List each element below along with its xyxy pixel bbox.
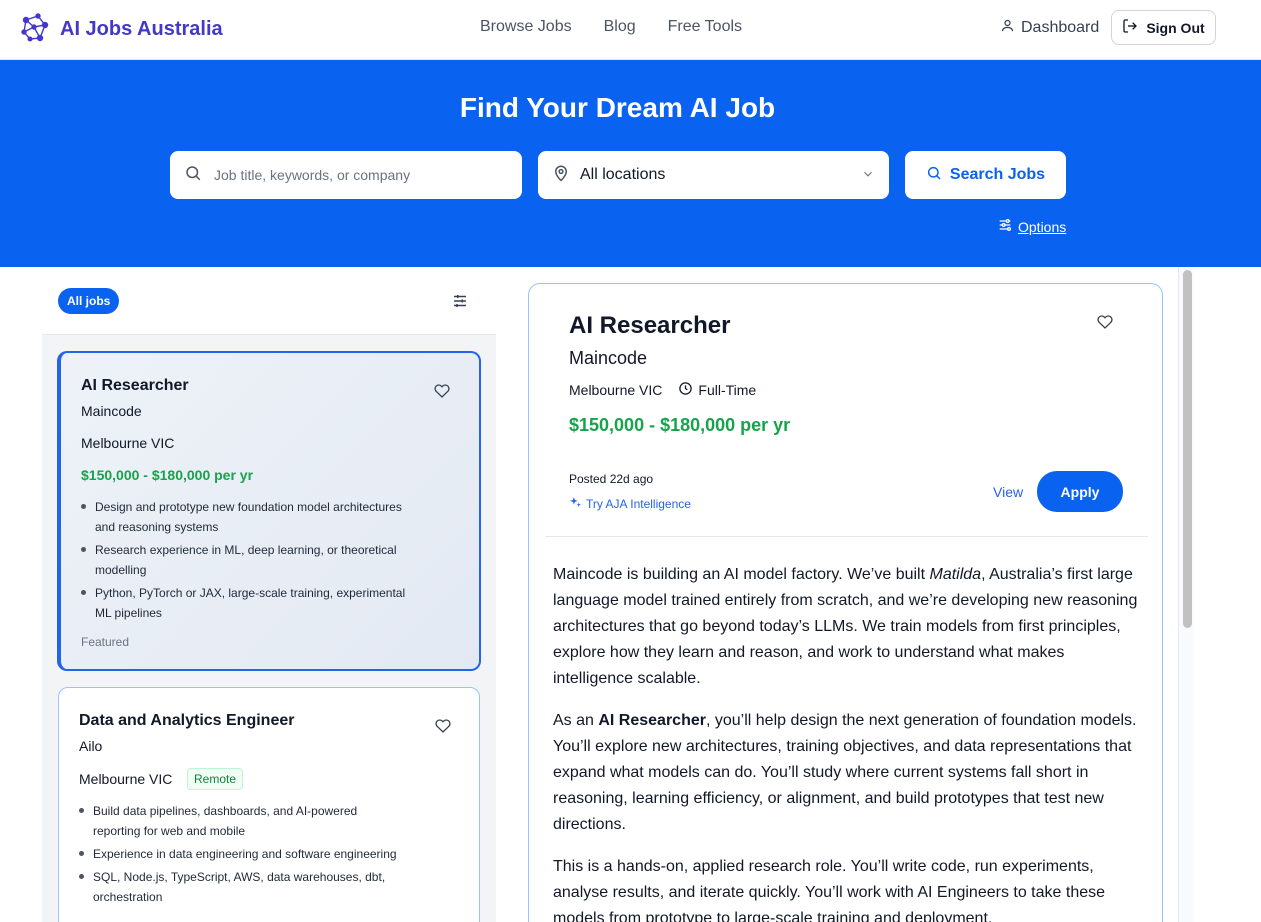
highlight-item: Build data pipelines, dashboards, and AI… — [79, 801, 399, 841]
clock-icon — [678, 381, 693, 399]
job-card-salary: $150,000 - $180,000 per yr — [81, 467, 254, 483]
search-icon — [184, 164, 202, 187]
detail-company: Maincode — [569, 348, 648, 368]
job-card-ai-researcher[interactable]: AI Researcher Maincode Melbourne VIC $15… — [57, 351, 481, 671]
keyword-search-box[interactable] — [170, 151, 522, 199]
options-label: Options — [1018, 218, 1067, 235]
location-value: All locations — [580, 166, 666, 183]
sign-out-label: Sign Out — [1146, 19, 1205, 36]
job-detail-pane: AI Researcher Maincode Melbourne VIC Ful… — [528, 283, 1163, 922]
filter-bar: All jobs — [42, 267, 496, 335]
job-list-panel: All jobs AI Researcher Maincode Melbourn… — [42, 267, 496, 922]
sliders-icon — [997, 217, 1013, 236]
divider — [545, 536, 1148, 537]
text-span: As an — [553, 712, 599, 729]
nav-browse-jobs[interactable]: Browse Jobs — [480, 18, 572, 36]
job-card-title: Data and Analytics Engineer — [79, 712, 295, 729]
highlight-item: Design and prototype new foundation mode… — [81, 497, 421, 537]
sign-out-button[interactable]: Sign Out — [1111, 10, 1216, 45]
detail-job-title: AI Researcher — [569, 312, 731, 339]
save-job-heart-icon[interactable] — [435, 718, 451, 739]
role-name: AI Researcher — [598, 712, 706, 729]
top-navigation-bar: AI Jobs Australia Browse Jobs Blog Free … — [0, 0, 1261, 60]
detail-salary: $150,000 - $180,000 per yr — [569, 415, 791, 435]
job-type: Full-Time — [678, 381, 756, 399]
apply-button[interactable]: Apply — [1037, 471, 1123, 512]
detail-meta: Melbourne VIC Full-Time — [569, 381, 756, 399]
search-icon — [926, 165, 942, 186]
job-card-highlights: Build data pipelines, dashboards, and AI… — [79, 801, 399, 910]
save-job-heart-icon[interactable] — [1097, 314, 1113, 335]
view-job-link[interactable]: View — [993, 484, 1023, 500]
options-link[interactable]: Options — [997, 217, 1066, 236]
sparkles-icon — [569, 496, 582, 512]
save-job-heart-icon[interactable] — [434, 383, 450, 404]
text-span: , Australia’s first large language model… — [553, 566, 1138, 687]
job-card-highlights: Design and prototype new foundation mode… — [81, 497, 421, 626]
highlight-item: SQL, Node.js, TypeScript, AWS, data ware… — [79, 867, 399, 907]
nav-free-tools[interactable]: Free Tools — [668, 18, 742, 36]
brand-name: AI Jobs Australia — [60, 18, 223, 40]
description-paragraph: As an AI Researcher, you’ll help design … — [553, 708, 1145, 838]
dashboard-link[interactable]: Dashboard — [1000, 18, 1099, 38]
all-jobs-filter-pill[interactable]: All jobs — [58, 288, 120, 314]
model-name: Matilda — [929, 566, 982, 583]
nav-blog[interactable]: Blog — [604, 18, 636, 36]
highlight-item: Research experience in ML, deep learning… — [81, 540, 421, 580]
text-span: , you’ll help design the next generation… — [553, 712, 1137, 833]
featured-tag: Featured — [81, 635, 130, 649]
location-select[interactable]: All locations — [538, 151, 889, 199]
job-card-data-analytics-engineer[interactable]: Data and Analytics Engineer Ailo Melbour… — [58, 687, 480, 922]
description-paragraph: Maincode is building an AI model factory… — [553, 562, 1145, 692]
dashboard-label: Dashboard — [1021, 19, 1100, 36]
user-icon — [1000, 18, 1015, 38]
job-card-location: Melbourne VIC — [79, 771, 173, 787]
aja-intelligence-label: Try AJA Intelligence — [586, 497, 691, 511]
log-out-icon — [1122, 18, 1138, 37]
job-description: Maincode is building an AI model factory… — [553, 562, 1145, 922]
scrollbar-thumb[interactable] — [1183, 270, 1192, 628]
filter-settings-icon[interactable] — [451, 292, 469, 315]
brand-logo[interactable]: AI Jobs Australia — [20, 12, 223, 47]
hero-search-section: Find Your Dream AI Job All locations Sea… — [0, 60, 1261, 267]
keyword-search-input[interactable] — [214, 167, 504, 183]
job-card-title: AI Researcher — [81, 377, 189, 394]
aja-intelligence-link[interactable]: Try AJA Intelligence — [569, 496, 691, 512]
search-jobs-label: Search Jobs — [949, 166, 1046, 183]
chevron-down-icon — [861, 167, 875, 186]
hero-title: Find Your Dream AI Job — [459, 92, 776, 123]
detail-location: Melbourne VIC — [569, 382, 663, 398]
job-card-company: Ailo — [79, 738, 103, 754]
job-type-label: Full-Time — [698, 382, 757, 398]
search-jobs-button[interactable]: Search Jobs — [905, 151, 1066, 199]
map-pin-icon — [552, 164, 570, 187]
highlight-item: Python, PyTorch or JAX, large-scale trai… — [81, 583, 421, 623]
job-card-location: Melbourne VIC — [81, 435, 175, 451]
text-span: Maincode is building an AI model factory… — [553, 566, 930, 583]
job-card-company: Maincode — [81, 403, 142, 419]
highlight-item: Experience in data engineering and softw… — [79, 844, 399, 864]
posted-date: Posted 22d ago — [569, 472, 654, 486]
network-logo-icon — [20, 12, 50, 47]
remote-badge: Remote — [187, 768, 244, 790]
main-nav: Browse Jobs Blog Free Tools — [480, 18, 742, 36]
description-paragraph: This is a hands-on, applied research rol… — [553, 858, 1106, 922]
